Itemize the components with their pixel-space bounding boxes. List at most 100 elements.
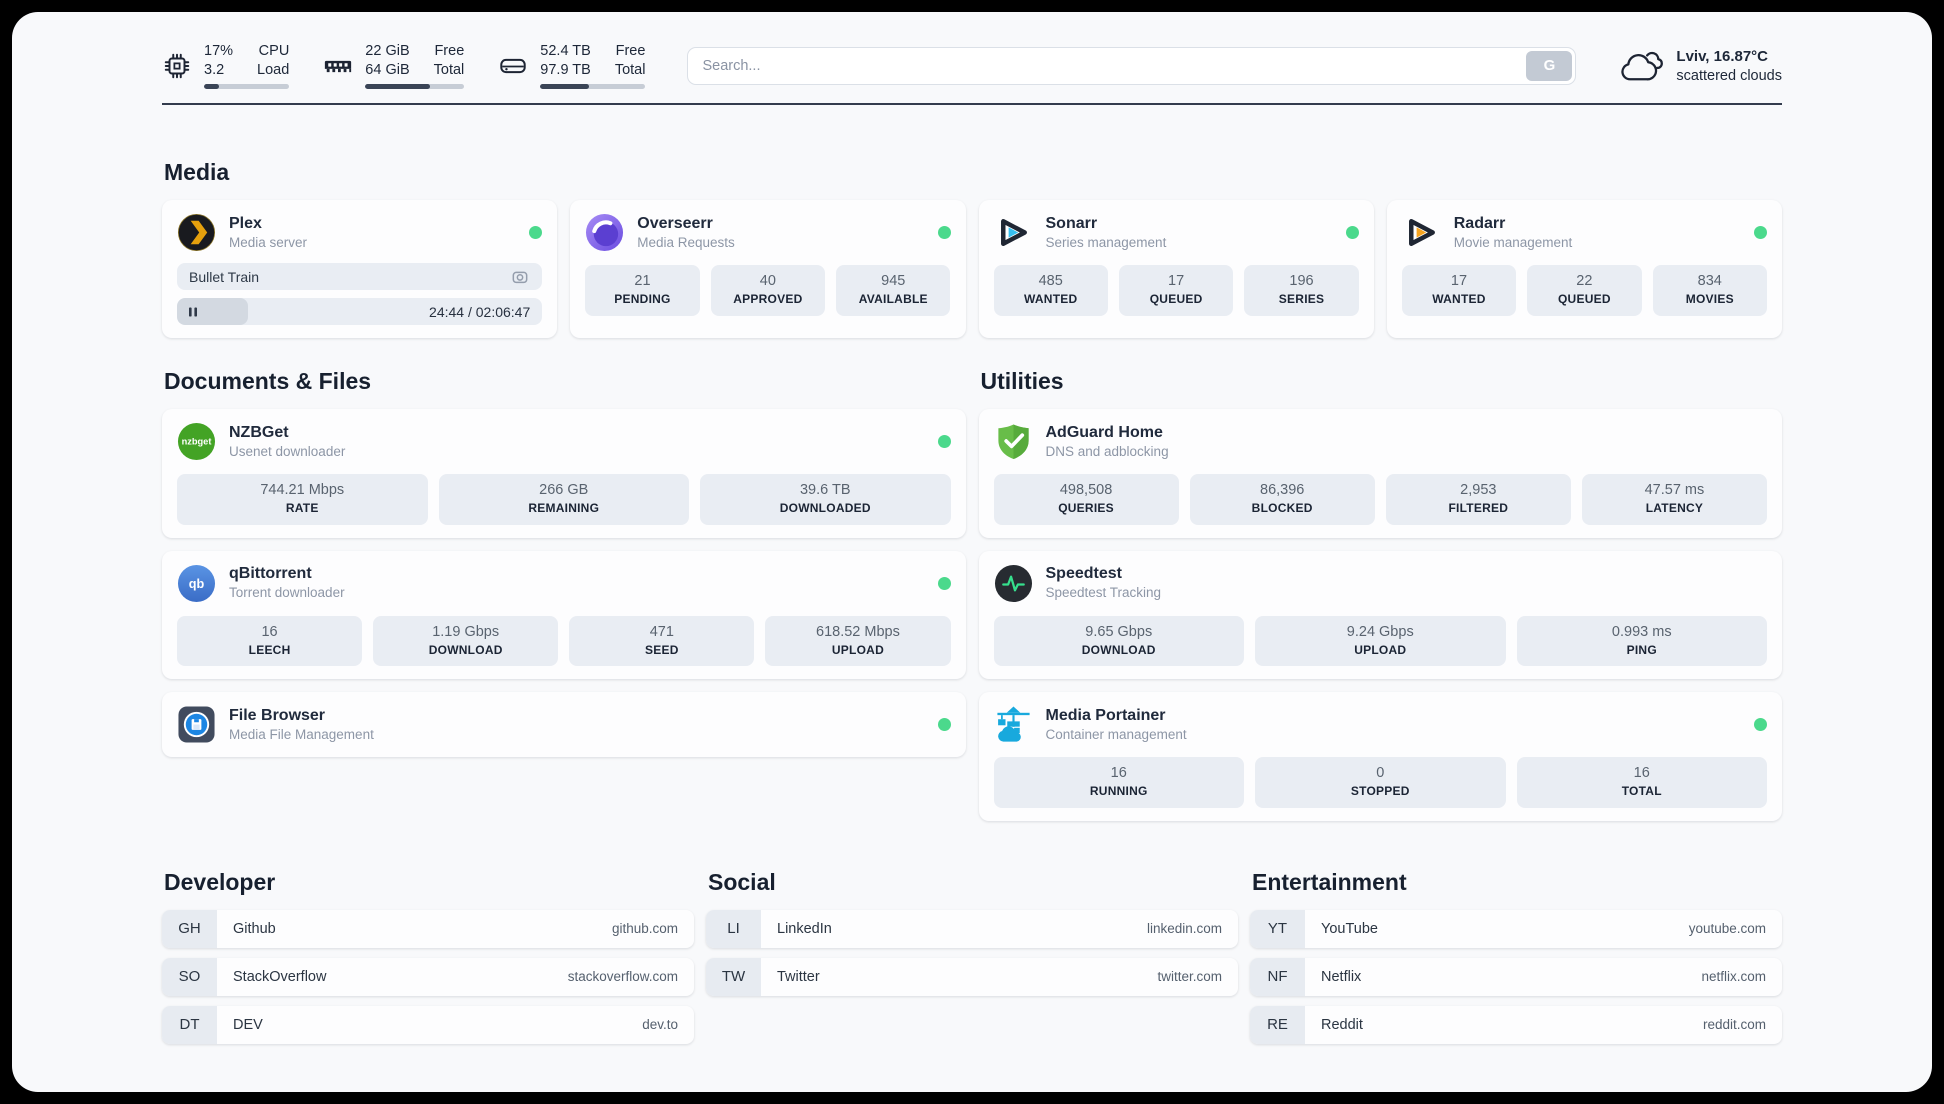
developer-heading: Developer	[164, 868, 276, 895]
bookmark-youtube[interactable]: YT YouTube youtube.com	[1250, 909, 1782, 948]
stat-running: 16 RUNNING	[993, 757, 1244, 808]
dev-abbr-icon: DT	[162, 1005, 217, 1044]
twitter-abbr-icon: TW	[706, 957, 761, 996]
adguard-subtitle: DNS and adblocking	[1045, 443, 1169, 459]
search-provider-button[interactable]: G	[1526, 50, 1573, 81]
disk-total-label: Total	[614, 62, 646, 79]
memory-widget: 22 GiB 64 GiB Free Total	[323, 42, 465, 90]
bookmark-reddit[interactable]: RE Reddit reddit.com	[1250, 1005, 1782, 1044]
adguard-card[interactable]: AdGuard Home DNS and adblocking 498,508 …	[978, 409, 1782, 538]
plex-now-playing-row: Bullet Train	[177, 263, 543, 291]
speedtest-icon	[994, 564, 1033, 603]
disk-free-label: Free	[615, 43, 646, 59]
bookmark-github[interactable]: GH Github github.com	[162, 909, 694, 948]
search-input[interactable]	[687, 46, 1577, 85]
adguard-icon	[994, 422, 1033, 461]
cpu-progress-bar	[204, 84, 290, 90]
speedtest-card[interactable]: Speedtest Speedtest Tracking 9.65 Gbps D…	[978, 550, 1782, 680]
filebrowser-card[interactable]: File Browser Media File Management	[162, 692, 966, 758]
sonarr-title: Sonarr	[1045, 214, 1098, 232]
disk-progress-bar	[540, 84, 646, 90]
stat-downloaded: 39.6 TB DOWNLOADED	[700, 474, 951, 525]
github-abbr-icon: GH	[162, 909, 217, 948]
stat-filtered: 2,953 FILTERED	[1385, 474, 1571, 525]
portainer-subtitle: Container management	[1045, 726, 1187, 742]
cpu-usage-label: CPU	[258, 43, 290, 59]
radarr-subtitle: Movie management	[1453, 234, 1573, 250]
plex-card[interactable]: Plex Media server Bullet Train 24:44 / 0…	[162, 200, 558, 339]
bookmark-netflix[interactable]: NF Netflix netflix.com	[1250, 957, 1782, 996]
overseerr-card[interactable]: Overseerr Media Requests 21 PENDING 40 A…	[570, 200, 966, 339]
entertainment-heading: Entertainment	[1252, 868, 1407, 895]
weather-location-temp: Lviv, 16.87°C	[1676, 47, 1769, 65]
bookmark-stackoverflow[interactable]: SO StackOverflow stackoverflow.com	[162, 957, 694, 996]
youtube-abbr-icon: YT	[1250, 909, 1305, 948]
stackoverflow-abbr-icon: SO	[162, 957, 217, 996]
stat-download: 1.19 Gbps DOWNLOAD	[373, 615, 559, 667]
speedtest-subtitle: Speedtest Tracking	[1045, 585, 1162, 601]
sonarr-subtitle: Series management	[1045, 234, 1167, 250]
disk-total-value: 97.9 TB	[540, 62, 591, 79]
cpu-load-value: 3.2	[204, 62, 225, 79]
reddit-abbr-icon: RE	[1250, 1005, 1305, 1044]
stat-wanted: 17 WANTED	[1401, 265, 1517, 316]
linkedin-abbr-icon: LI	[706, 909, 761, 948]
nzbget-card[interactable]: nzbget NZBGet Usenet downloader 744.21 M…	[162, 409, 966, 538]
stat-queries: 498,508 QUERIES	[993, 474, 1179, 525]
cpu-load-label: Load	[257, 62, 290, 79]
portainer-card[interactable]: Media Portainer Container management 16 …	[978, 692, 1782, 821]
qbittorrent-status-dot	[937, 576, 951, 590]
video-camera-icon	[510, 267, 530, 287]
plex-playback-progress: 24:44 / 02:06:47	[177, 298, 543, 326]
filebrowser-status-dot	[937, 718, 951, 732]
bookmark-twitter[interactable]: TW Twitter twitter.com	[706, 957, 1238, 996]
portainer-title: Media Portainer	[1045, 706, 1166, 724]
stat-upload: 618.52 Mbps UPLOAD	[765, 615, 951, 667]
memory-icon	[323, 51, 353, 81]
stat-ping: 0.993 ms PING	[1516, 615, 1767, 667]
qbittorrent-title: qBittorrent	[229, 565, 312, 583]
stat-wanted: 485 WANTED	[993, 265, 1108, 316]
speedtest-title: Speedtest	[1045, 565, 1122, 583]
radarr-card[interactable]: Radarr Movie management 17 WANTED 22 QUE…	[1386, 200, 1782, 339]
weather-condition: scattered clouds	[1676, 67, 1782, 84]
documents-column: Documents & Files nzbget NZBGet Usenet d…	[162, 368, 966, 758]
stat-approved: 40 APPROVED	[710, 265, 826, 316]
bookmark-dev[interactable]: DT DEV dev.to	[162, 1005, 694, 1044]
sonarr-card[interactable]: Sonarr Series management 485 WANTED 17 Q…	[978, 200, 1374, 339]
stat-total: 16 TOTAL	[1516, 757, 1767, 808]
sonarr-icon	[994, 213, 1033, 252]
qbittorrent-card[interactable]: qb qBittorrent Torrent downloader 16 LEE…	[162, 550, 966, 680]
filebrowser-title: File Browser	[229, 706, 326, 724]
stat-queued: 22 QUEUED	[1527, 265, 1642, 316]
stat-series: 196 SERIES	[1244, 265, 1359, 316]
search-bar: G	[687, 46, 1577, 85]
filebrowser-icon	[177, 705, 216, 744]
plex-now-playing-title: Bullet Train	[189, 268, 260, 285]
qbittorrent-subtitle: Torrent downloader	[229, 585, 345, 601]
netflix-abbr-icon: NF	[1250, 957, 1305, 996]
documents-heading: Documents & Files	[164, 368, 372, 395]
filebrowser-subtitle: Media File Management	[229, 726, 374, 742]
stat-leech: 16 LEECH	[177, 615, 363, 667]
social-column: Social LI LinkedIn linkedin.com TW Twitt…	[706, 869, 1238, 1006]
entertainment-column: Entertainment YT YouTube youtube.com NF …	[1250, 869, 1782, 1054]
developer-column: Developer GH Github github.com SO StackO…	[162, 869, 694, 1054]
plex-title: Plex	[229, 214, 262, 232]
plex-status-dot	[529, 226, 543, 240]
stat-seed: 471 SEED	[569, 615, 755, 667]
portainer-status-dot	[1754, 718, 1767, 732]
stat-download: 9.65 Gbps DOWNLOAD	[993, 615, 1244, 667]
cpu-widget: 17% 3.2 CPU Load	[162, 42, 290, 90]
memory-total-label: Total	[433, 62, 465, 79]
disk-free-value: 52.4 TB	[540, 43, 591, 59]
sonarr-status-dot	[1345, 226, 1359, 240]
stat-rate: 744.21 Mbps RATE	[177, 474, 428, 525]
memory-progress-bar	[365, 84, 465, 90]
overseerr-title: Overseerr	[637, 214, 713, 232]
memory-free-label: Free	[434, 43, 465, 59]
stat-stopped: 0 STOPPED	[1255, 757, 1506, 808]
stat-queued: 17 QUEUED	[1118, 265, 1234, 316]
svg-text:qb: qb	[189, 577, 205, 591]
bookmark-linkedin[interactable]: LI LinkedIn linkedin.com	[706, 909, 1238, 948]
